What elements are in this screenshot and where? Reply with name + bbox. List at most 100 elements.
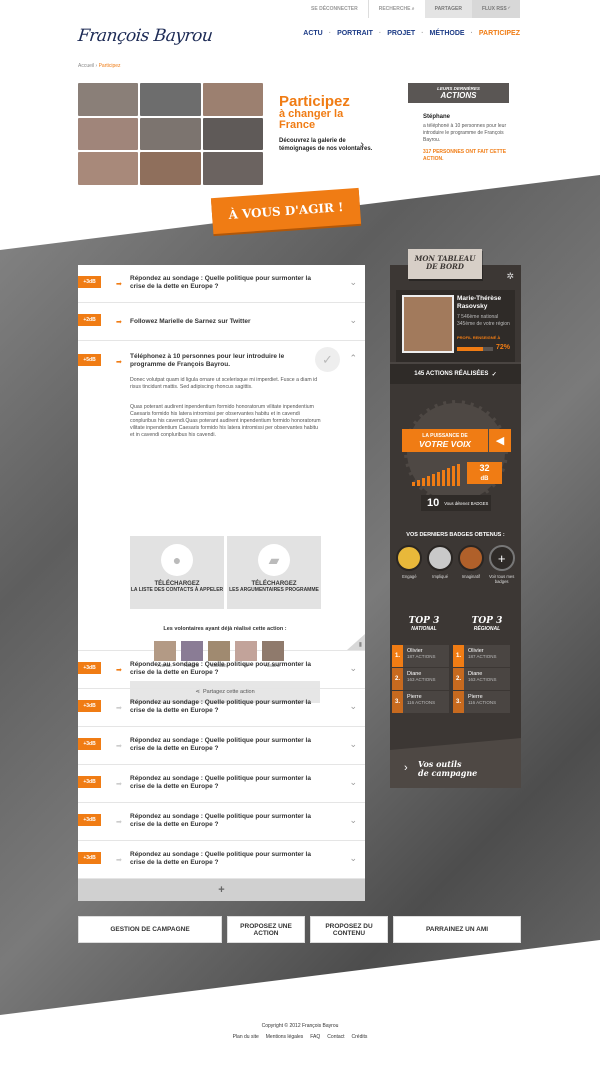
chevron-right-icon[interactable]: › [360,139,364,151]
volunteer-photo-grid[interactable] [78,83,263,185]
action-row[interactable]: +3dB ➡ Répondez au sondage : Quelle poli… [78,651,365,689]
volunteer-photo [140,83,201,116]
chevron-down-icon[interactable]: ⌄ [349,701,357,712]
nav-participez[interactable]: PARTICIPEZ [479,30,520,37]
volunteer-photo [202,152,263,185]
action-text: Followez Marielle de Sarnez sur Twitter [130,318,251,325]
load-more-button[interactable]: + [78,879,365,901]
footer: Copyright © 2012 François Bayrou Plan du… [0,1023,600,1040]
actions-done-button[interactable]: 145 ACTIONS RÉALISÉES ✓ [390,362,521,384]
action-expanded: +5dB ➡ Téléphonez à 10 personnes pour le… [78,341,365,703]
chevron-down-icon[interactable]: ⌄ [349,277,357,288]
action-text: Répondez au sondage : Quelle politique p… [130,813,311,828]
top3-entry: Olivier 187 ACTIONS [403,645,449,667]
footer-link-credits[interactable]: Crédits [352,1034,368,1040]
volume-bar [437,472,440,486]
chat-icon: ▰ [258,544,290,576]
chevron-down-icon[interactable]: ⌄ [349,853,357,864]
search-label: RECHERCHE [378,6,411,12]
chevron-down-icon[interactable]: ⌄ [349,315,357,326]
chevron-right-icon: › [404,762,408,774]
action-row[interactable]: +2dB ➡ Followez Marielle de Sarnez sur T… [78,303,365,341]
propose-action-button[interactable]: PROPOSEZ UNE ACTION [227,916,305,943]
share-link[interactable]: PARTAGER [424,0,472,18]
action-text: Répondez au sondage : Quelle politique p… [130,775,311,790]
badge-implique[interactable]: Impliqué [426,545,454,584]
badge-medal-icon [396,545,423,571]
profile-complete-label: PROFIL RENSEIGNÉ À [457,335,501,340]
volunteer-photo [140,117,201,151]
db-badge: +3dB [78,700,101,712]
top3-row[interactable]: 2. Diane 163 ACTIONS [453,668,510,690]
trash-icon[interactable]: ▮ [347,634,365,650]
top3-actions: 163 ACTIONS [468,677,497,682]
action-row[interactable]: +3dB ➡ Répondez au sondage : Quelle poli… [78,265,365,303]
dashboard-title: MON TABLEAU DE BORD [408,249,482,279]
participate-promo[interactable]: Participez à changer la France Découvrez… [279,94,374,153]
download-arguments-button[interactable]: ▰ TÉLÉCHARGEZ LES ARGUMENTAIRES PROGRAMM… [227,536,321,609]
tag-icon: ➡ [116,743,122,750]
download-contacts-button[interactable]: ● TÉLÉCHARGEZ LA LISTE DES CONTACTS À AP… [130,536,224,609]
top3-row[interactable]: 1. Olivier 187 ACTIONS [453,645,510,667]
propose-content-button[interactable]: PROPOSEZ DU CONTENU [310,916,388,943]
sponsor-friend-button[interactable]: PARRAINEZ UN AMI [393,916,521,943]
campaign-tools-button[interactable]: › Vos outils de campagne [390,738,521,788]
footer-link-contact[interactable]: Contact [327,1034,344,1040]
top3-entry: Diane 163 ACTIONS [403,668,449,690]
nav-methode[interactable]: MÉTHODE [430,30,465,37]
breadcrumb-current: Participez [98,63,121,69]
check-icon[interactable]: ✓ [315,347,340,372]
top3-entry: Pierre 116 ACTIONS [464,691,510,713]
chevron-down-icon[interactable]: ⌄ [349,777,357,788]
breadcrumb-home[interactable]: Accueil [78,63,94,69]
action-row[interactable]: +3dB ➡ Répondez au sondage : Quelle poli… [78,727,365,765]
avatar[interactable] [402,295,454,353]
top3-row[interactable]: 2. Diane 163 ACTIONS [392,668,449,690]
action-row[interactable]: +3dB ➡ Répondez au sondage : Quelle poli… [78,803,365,841]
copyright: Copyright © 2012 François Bayrou [261,1023,339,1029]
db-badge: +2dB [78,314,101,326]
top3-entry: Olivier 187 ACTIONS [464,645,510,667]
action-row[interactable]: +3dB ➡ Répondez au sondage : Quelle poli… [78,841,365,879]
db-badge: +3dB [78,662,101,674]
top3-row[interactable]: 3. Pierre 116 ACTIONS [392,691,449,713]
rss-link[interactable]: FLUX RSS ◜ [471,0,520,18]
badge-count-number: 10 [427,497,440,509]
footer-link-legal[interactable]: Mentions légales [266,1034,304,1040]
badges-list: Engagé Impliqué Imaginatif + Voir tous me… [390,545,521,584]
top3-row[interactable]: 1. Olivier 187 ACTIONS [392,645,449,667]
db-badge: +3dB [78,738,101,750]
latest-user-name[interactable]: Stéphane [423,114,509,120]
chevron-down-icon[interactable]: ⌄ [349,739,357,750]
promo-title-line3: France [279,119,316,131]
see-all-badges[interactable]: + Voir tous mes badges [488,545,516,584]
voice-power-dial [404,400,508,504]
action-row[interactable]: +3dB ➡ Répondez au sondage : Quelle poli… [78,765,365,803]
logout-link[interactable]: SE DÉCONNECTER [301,0,368,18]
footer-link-sitemap[interactable]: Plan du site [233,1034,259,1040]
action-row[interactable]: +3dB ➡ Répondez au sondage : Quelle poli… [78,689,365,727]
db-value: 32 dB [467,462,502,484]
search-icon: ⌕ [411,6,415,12]
badge-engage[interactable]: Engagé [395,545,423,584]
nav-actu[interactable]: ACTU [303,30,322,37]
chevron-down-icon[interactable]: ⌄ [349,815,357,826]
check-icon: ✓ [491,371,497,378]
volume-bar [427,476,430,486]
search-link[interactable]: RECHERCHE ⌕ [367,0,425,18]
tag-icon: ➡ [116,705,122,712]
nav-portrait[interactable]: PORTRAIT [337,30,373,37]
tag-icon: ➡ [116,281,122,288]
breadcrumb: Accueil › Participez [78,63,121,69]
footer-link-faq[interactable]: FAQ [310,1034,320,1040]
chevron-down-icon[interactable]: ⌄ [349,663,357,674]
campaign-management-button[interactable]: GESTION DE CAMPAGNE [78,916,222,943]
badge-imaginatif[interactable]: Imaginatif [457,545,485,584]
site-logo[interactable]: François Bayrou [77,26,213,46]
gear-icon[interactable]: ✲ [506,271,514,282]
nav-projet[interactable]: PROJET [387,30,415,37]
volume-bar [432,474,435,486]
chevron-up-icon[interactable]: ⌃ [349,353,357,364]
top3-subtitle: RÉGIONAL [473,626,501,632]
top3-row[interactable]: 3. Pierre 116 ACTIONS [453,691,510,713]
